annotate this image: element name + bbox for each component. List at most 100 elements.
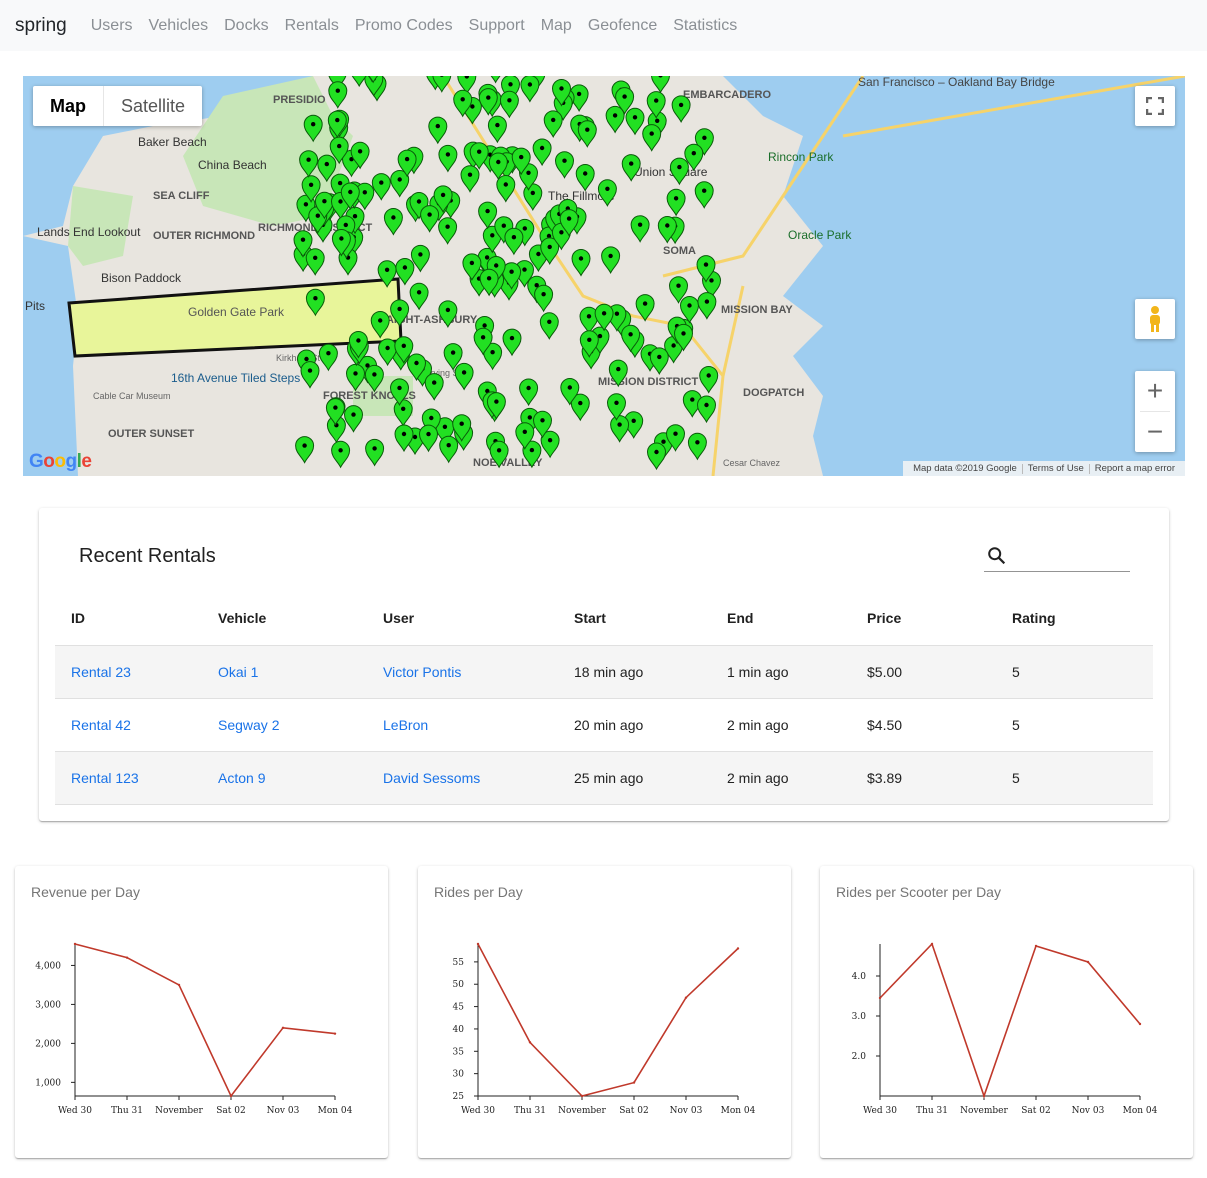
col-header-price[interactable]: Price: [851, 591, 996, 646]
map-type-control: Map Satellite: [33, 86, 203, 126]
user-link[interactable]: LeBron: [383, 717, 428, 733]
user-cell: Victor Pontis: [367, 645, 558, 699]
y-tick-label: 35: [453, 1047, 465, 1057]
rentals-map[interactable]: PRESIDIO Baker Beach China Beach SEA CLI…: [23, 76, 1185, 476]
report-map-error-link[interactable]: Report a map error: [1090, 463, 1180, 474]
x-tick-label: November: [155, 1106, 203, 1116]
col-header-user[interactable]: User: [367, 591, 558, 646]
data-point[interactable]: [1034, 944, 1038, 948]
map-canvas[interactable]: PRESIDIO Baker Beach China Beach SEA CLI…: [23, 76, 1185, 476]
data-point[interactable]: [632, 1081, 636, 1084]
user-link[interactable]: David Sessoms: [383, 770, 480, 786]
x-tick-label: Mon 04: [318, 1106, 353, 1116]
map-label: EMBARCADERO: [683, 89, 771, 101]
nav-geofence[interactable]: Geofence: [588, 17, 657, 35]
x-tick-label: Sat 02: [1021, 1106, 1050, 1116]
search-input[interactable]: [1016, 546, 1126, 568]
map-data-credit: Map data ©2019 Google: [913, 463, 1017, 474]
data-point[interactable]: [476, 942, 480, 946]
y-tick-label: 55: [453, 958, 465, 968]
rating-cell: 5: [996, 751, 1153, 805]
zoom-out-button[interactable]: −: [1135, 412, 1175, 452]
nav-vehicles[interactable]: Vehicles: [149, 17, 209, 35]
x-tick-label: Thu 31: [111, 1106, 143, 1116]
zoom-in-button[interactable]: +: [1135, 371, 1175, 411]
col-header-start[interactable]: Start: [558, 591, 711, 646]
nav-users[interactable]: Users: [91, 17, 133, 35]
data-point[interactable]: [528, 1041, 532, 1044]
vehicle-link[interactable]: Acton 9: [218, 770, 265, 786]
rental-id-cell: Rental 42: [55, 698, 202, 752]
col-header-vehicle[interactable]: Vehicle: [202, 591, 367, 646]
start-cell: 20 min ago: [558, 698, 711, 752]
map-label: SOMA: [663, 245, 696, 257]
rentals-table: ID Vehicle User Start End Price Rating R…: [55, 591, 1153, 805]
vehicle-link[interactable]: Segway 2: [218, 717, 279, 733]
rental-link[interactable]: Rental 42: [71, 717, 131, 733]
y-tick-label: 3,000: [35, 1000, 61, 1010]
data-point[interactable]: [281, 1026, 285, 1029]
data-point[interactable]: [930, 942, 934, 946]
price-cell: $4.50: [851, 698, 996, 752]
vehicle-cell: Acton 9: [202, 751, 367, 805]
col-header-id[interactable]: ID: [55, 591, 202, 646]
fullscreen-button[interactable]: [1135, 86, 1175, 126]
data-point[interactable]: [684, 996, 688, 999]
y-tick-label: 2.0: [852, 1052, 867, 1062]
data-point[interactable]: [73, 942, 77, 946]
data-point[interactable]: [1086, 960, 1090, 964]
data-point[interactable]: [125, 956, 129, 959]
map-label: San Francisco – Oakland Bay Bridge: [858, 76, 1055, 89]
top-navbar: spring Users Vehicles Docks Rentals Prom…: [0, 0, 1207, 51]
x-tick-label: Wed 30: [58, 1106, 92, 1116]
nav-support[interactable]: Support: [469, 17, 525, 35]
ocean-west: [23, 236, 78, 476]
map-label: Cable Car Museum: [93, 391, 171, 401]
data-point[interactable]: [580, 1094, 584, 1098]
nav-promo-codes[interactable]: Promo Codes: [355, 17, 453, 35]
brand-logo[interactable]: spring: [15, 15, 67, 37]
x-tick-label: Sat 02: [216, 1106, 245, 1116]
nav-map[interactable]: Map: [541, 17, 572, 35]
data-point[interactable]: [982, 1094, 986, 1098]
nav-statistics[interactable]: Statistics: [673, 17, 737, 35]
x-tick-label: Sat 02: [619, 1106, 648, 1116]
y-tick-label: 50: [453, 980, 465, 990]
nav-rentals[interactable]: Rentals: [285, 17, 339, 35]
street-view-button[interactable]: [1135, 299, 1175, 339]
y-tick-label: 30: [453, 1070, 465, 1080]
map-label: DOGPATCH: [743, 387, 804, 399]
data-point[interactable]: [177, 983, 181, 987]
map-label: PRESIDIO: [273, 94, 326, 106]
y-tick-label: 3.0: [852, 1012, 867, 1022]
table-row: Rental 42 Segway 2 LeBron 20 min ago 2 m…: [55, 698, 1153, 752]
vehicle-link[interactable]: Okai 1: [218, 664, 258, 680]
map-label: Lands End Lookout: [37, 225, 141, 239]
revenue-chart-card: Revenue per Day 1,000 2,000 3,000 4,000 Wed …: [15, 866, 388, 1158]
x-tick-label: Mon 04: [721, 1106, 756, 1116]
start-cell: 25 min ago: [558, 751, 711, 805]
data-point[interactable]: [333, 1032, 337, 1035]
map-type-satellite-button[interactable]: Satellite: [103, 86, 202, 126]
data-point[interactable]: [229, 1094, 233, 1098]
x-tick-label: November: [960, 1106, 1008, 1116]
terms-of-use-link[interactable]: Terms of Use: [1023, 463, 1089, 474]
data-point[interactable]: [1138, 1022, 1142, 1026]
series-line: [477, 943, 739, 1097]
nav-docks[interactable]: Docks: [224, 17, 268, 35]
zoom-control: + −: [1135, 371, 1175, 452]
y-tick-label: 45: [453, 1003, 465, 1013]
map-label: MISSION BAY: [721, 304, 793, 316]
data-point[interactable]: [878, 996, 882, 1000]
data-point[interactable]: [736, 947, 740, 950]
rental-link[interactable]: Rental 23: [71, 664, 131, 680]
col-header-end[interactable]: End: [711, 591, 851, 646]
map-type-map-button[interactable]: Map: [33, 86, 103, 126]
map-label: 16th Avenue Tiled Steps: [171, 371, 300, 385]
col-header-rating[interactable]: Rating: [996, 591, 1153, 646]
y-tick-label: 25: [453, 1092, 465, 1102]
x-tick-label: November: [558, 1106, 606, 1116]
vehicle-cell: Segway 2: [202, 698, 367, 752]
rental-link[interactable]: Rental 123: [71, 770, 139, 786]
user-link[interactable]: Victor Pontis: [383, 664, 461, 680]
